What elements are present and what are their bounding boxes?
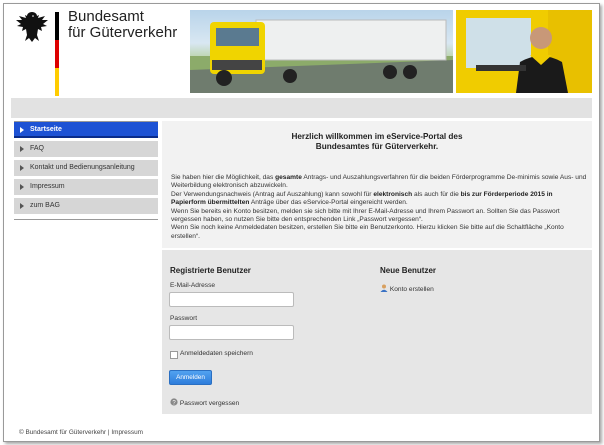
sidebar-divider	[14, 219, 158, 220]
arrow-right-icon	[20, 165, 24, 171]
sidebar-item-label: Impressum	[30, 183, 65, 190]
registered-users-title: Registrierte Benutzer	[170, 266, 251, 275]
federal-eagle-icon	[16, 12, 48, 42]
header-separator-bar	[11, 98, 592, 118]
arrow-right-icon	[20, 127, 24, 133]
german-flag-bar	[55, 12, 59, 96]
sidebar-item-label: Kontakt und Bedienungsanleitung	[30, 164, 135, 171]
intro-paragraph-3: Wenn Sie bereits ein Konto besitzen, mel…	[171, 207, 560, 224]
email-field[interactable]	[169, 292, 294, 307]
arrow-right-icon	[20, 146, 24, 152]
arrow-right-icon	[20, 203, 24, 209]
password-field[interactable]	[169, 325, 294, 340]
intro-paragraph-1: Sie haben hier die Möglichkeit, das gesa…	[171, 174, 587, 190]
intro-text: Sie haben hier die Möglichkeit, das gesa…	[171, 174, 589, 241]
help-icon: ?	[170, 398, 178, 406]
agency-name-line1: Bundesamt	[68, 8, 144, 25]
sidebar-nav: Startseite FAQ Kontakt und Bedienungsanl…	[14, 121, 158, 220]
sidebar-item-faq[interactable]: FAQ	[14, 141, 158, 157]
sidebar-item-label: zum BAG	[30, 202, 60, 209]
page-title: Herzlich willkommen im eService-Portal d…	[162, 132, 592, 152]
sidebar-item-startseite[interactable]: Startseite	[14, 122, 158, 138]
agency-name-line2: für Güterverkehr	[68, 24, 178, 41]
remember-label: Anmeldedaten speichern	[180, 350, 253, 357]
forgot-password-label: Passwort vergessen	[179, 400, 240, 407]
footer-impressum-link[interactable]: Impressum	[111, 429, 143, 436]
site-header: Bundesamt für Güterverkehr	[4, 4, 599, 98]
create-account-link[interactable]: Konto erstellen	[380, 284, 434, 293]
sidebar-item-kontakt[interactable]: Kontakt und Bedienungsanleitung	[14, 160, 158, 176]
truck-banner-image	[190, 10, 453, 93]
sidebar-item-label: Startseite	[30, 126, 62, 133]
welcome-panel: Herzlich willkommen im eService-Portal d…	[162, 121, 592, 248]
sidebar-item-zum-bag[interactable]: zum BAG	[14, 198, 158, 214]
arrow-right-icon	[20, 184, 24, 190]
forgot-password-link[interactable]: ? Passwort vergessen	[170, 398, 239, 407]
login-panel: Registrierte Benutzer E-Mail-Adresse Pas…	[162, 250, 592, 414]
page-frame: Bundesamt für Güterverkehr Startseite FA…	[3, 3, 600, 442]
intro-paragraph-4: Wenn Sie noch keine Anmeldedaten besitze…	[171, 224, 564, 240]
sidebar-item-impressum[interactable]: Impressum	[14, 179, 158, 195]
create-account-label: Konto erstellen	[389, 286, 434, 293]
login-button[interactable]: Anmelden	[169, 370, 212, 385]
new-users-title: Neue Benutzer	[380, 266, 437, 275]
intro-paragraph-2: Der Verwendungsnachweis (Antrag auf Ausz…	[171, 190, 553, 207]
footer-copyright: © Bundesamt für Güterverkehr	[19, 429, 107, 436]
page-title-line2: Bundesamtes für Güterverkehr.	[315, 142, 439, 151]
password-label: Passwort	[170, 315, 198, 322]
sidebar-item-label: FAQ	[30, 145, 45, 152]
driver-banner-image	[456, 10, 592, 93]
email-label: E-Mail-Adresse	[170, 282, 216, 289]
page-title-line1: Herzlich willkommen im eService-Portal d…	[291, 132, 463, 141]
agency-name: Bundesamt für Güterverkehr	[68, 9, 177, 41]
remember-checkbox[interactable]	[170, 351, 178, 359]
footer: © Bundesamt für Güterverkehr | Impressum	[19, 429, 143, 436]
user-add-icon	[380, 284, 388, 292]
